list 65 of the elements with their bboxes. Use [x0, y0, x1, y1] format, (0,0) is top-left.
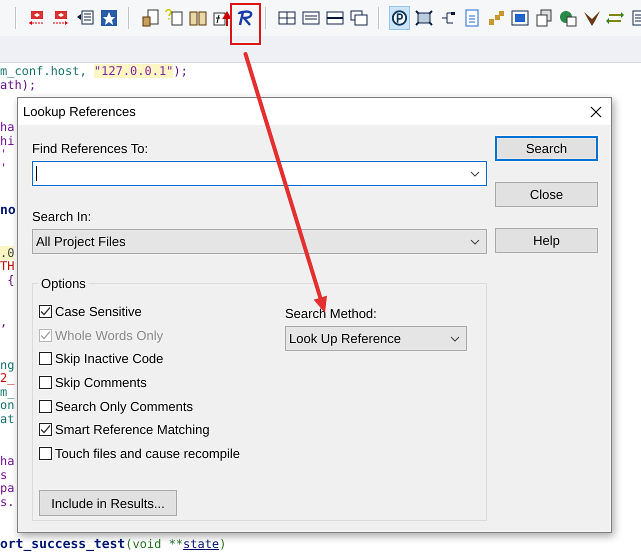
- code-text: ort_success_test: [0, 537, 126, 552]
- checkbox[interactable]: [39, 376, 52, 390]
- checkbox[interactable]: [39, 423, 52, 436]
- code-text: .0: [0, 246, 14, 260]
- code-text: s: [0, 468, 8, 482]
- checkbox-label: Case Sensitive: [55, 304, 142, 320]
- swap-arrows-icon: [50, 8, 70, 28]
- checkbox[interactable]: [39, 352, 52, 366]
- checkbox[interactable]: [39, 400, 52, 413]
- checkbox-label: Smart Reference Matching: [55, 422, 210, 438]
- checkbox-label: Search Only Comments: [55, 398, 193, 414]
- dialog-button[interactable]: Close: [495, 182, 598, 207]
- checkbox-label: Skip Inactive Code: [55, 351, 164, 366]
- code-text: (void **: [125, 537, 184, 551]
- code-text: m_conf.host,: [0, 64, 88, 78]
- close-icon[interactable]: [590, 106, 602, 118]
- checkbox[interactable]: [39, 305, 52, 318]
- group-title: Options: [38, 276, 89, 291]
- code-text: {: [6, 272, 14, 286]
- code-text: ': [0, 147, 8, 161]
- dropdown[interactable]: Look Up Reference: [285, 326, 467, 351]
- code-text: ng: [0, 358, 14, 372]
- code-text: no: [0, 203, 16, 218]
- input-field[interactable]: [32, 161, 487, 186]
- chevron-down-icon: [470, 170, 480, 176]
- code-text: on: [0, 398, 14, 412]
- code-text: TH: [0, 259, 14, 273]
- code-text: at: [0, 412, 14, 426]
- code-text: );: [173, 64, 188, 78]
- dialog-button[interactable]: Help: [495, 228, 598, 253]
- code-text: 2_: [0, 371, 14, 385]
- p-circle-icon: [390, 8, 409, 28]
- field-label: Find References To:: [32, 141, 150, 156]
- field-label: Search Method:: [285, 306, 378, 321]
- code-text: ': [0, 160, 8, 174]
- help-document-icon: [510, 8, 530, 28]
- script-letter-icon: [236, 8, 256, 28]
- chevron-down-icon: [450, 336, 460, 342]
- checkbox-label: Whole Words Only: [55, 328, 164, 343]
- code-text: "127.0.0.1": [94, 64, 174, 78]
- code-text: ha: [0, 454, 14, 468]
- code-text: ,: [0, 315, 8, 329]
- cascade-windows-icon: [348, 8, 368, 28]
- code-text: pa: [0, 481, 14, 495]
- window-title: Lookup References: [23, 104, 136, 119]
- frame-icon: [414, 8, 434, 28]
- checkbox[interactable]: [39, 446, 52, 460]
- dropdown[interactable]: All Project Files: [32, 229, 487, 254]
- include-button[interactable]: Include in Results...: [39, 490, 177, 516]
- code-text: ha: [0, 120, 14, 134]
- code-text: ): [219, 537, 226, 551]
- checkbox-label: Skip Comments: [55, 375, 147, 390]
- code-text: m_: [0, 384, 14, 398]
- code-text: ath);: [0, 78, 36, 92]
- dialog-button[interactable]: Search: [495, 136, 598, 161]
- toolbar-button[interactable]: [389, 6, 410, 30]
- field-label: Search In:: [32, 209, 92, 224]
- question-doc-icon: [164, 8, 184, 28]
- stacked-pages-icon: [534, 8, 554, 28]
- globe-page-icon: [558, 8, 578, 28]
- chevron-down-icon: [470, 238, 480, 244]
- code-text: hi: [0, 134, 14, 148]
- code-text: state: [183, 537, 220, 551]
- code-text: s.: [0, 494, 14, 508]
- checkbox-label: Touch files and cause recompile: [55, 446, 240, 461]
